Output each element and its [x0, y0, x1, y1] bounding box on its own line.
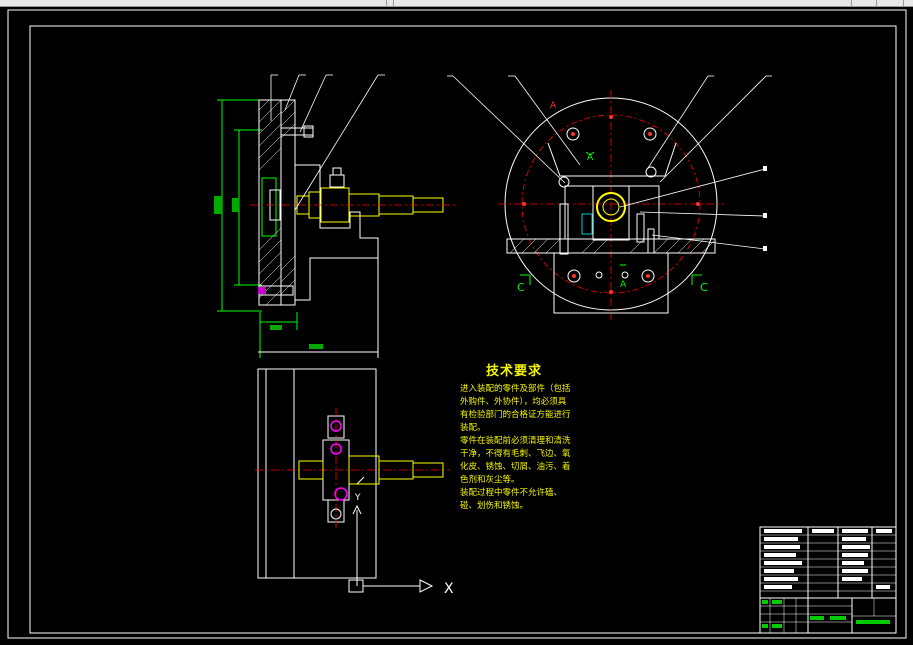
requirement-line: 装配。 — [460, 423, 486, 433]
section-label-a-top: A — [550, 101, 557, 111]
cad-drawing-canvas[interactable]: A A A C C X Y — [0, 0, 913, 645]
requirement-line: 零件在装配前必须清理和清洗 — [460, 436, 571, 446]
section-label-a-bottom: A — [620, 280, 627, 290]
title-block — [759, 526, 897, 634]
drawing-frame — [29, 25, 897, 634]
technical-requirements-body: 进入装配的零件及部件（包括 外购件、外协件），均必须具 有检验部门的合格证方能进… — [460, 383, 571, 513]
section-label-c-right: C — [700, 281, 708, 294]
axis-label-y: Y — [354, 493, 361, 503]
requirement-line: 色剂和灰尘等。 — [460, 475, 520, 485]
top-view — [255, 368, 450, 593]
dim-value-thickness — [270, 325, 282, 330]
dim-value-inner — [232, 198, 239, 212]
dim-value-length — [309, 344, 323, 349]
dim-value-overall — [214, 196, 222, 214]
section-label-a-mid: A — [587, 153, 594, 163]
section-label-c-left: C — [517, 281, 525, 294]
requirement-line: 进入装配的零件及部件（包括 — [460, 384, 571, 394]
requirement-line: 碰、划伤和锈蚀。 — [460, 501, 529, 511]
technical-requirements-title: 技术要求 — [486, 364, 543, 379]
requirement-line: 化皮、锈蚀、切屑、油污、着 — [460, 462, 571, 472]
requirement-line: 外购件、外协件），均必须具 — [460, 397, 567, 407]
requirement-line: 装配过程中零件不允许磕、 — [460, 488, 563, 498]
requirement-line: 有检验部门的合格证方能进行 — [460, 410, 571, 420]
side-view — [447, 75, 772, 320]
requirement-line: 干净，不得有毛刺、飞边、氧 — [460, 449, 571, 459]
front-section-view — [214, 74, 455, 358]
outer-border — [7, 9, 907, 639]
axis-label-x: X — [444, 581, 454, 597]
